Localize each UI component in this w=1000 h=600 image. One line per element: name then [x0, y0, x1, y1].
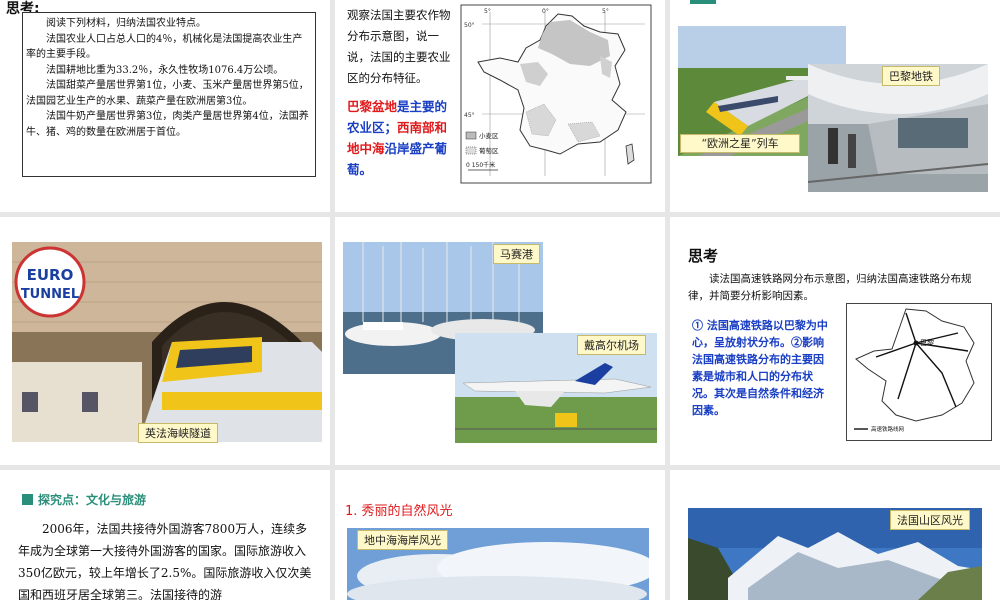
eurotunnel-logo-text: EURO	[27, 266, 74, 284]
material-paragraph: 法国农业人口占总人口的4％，机械化是法国提高农业生产率的主要手段。	[26, 33, 303, 61]
material-text: 阅读下列材料，归纳法国农业特点。 法国农业人口占总人口的4％，机械化是法国提高农…	[26, 16, 311, 140]
slide-1[interactable]: 思考: 阅读下列材料，归纳法国农业特点。 法国农业人口占总人口的4％，机械化是法…	[0, 0, 330, 212]
scenery-title: 1. 秀丽的自然风光	[345, 504, 453, 519]
material-paragraph: 法国甜菜产量居世界第1位，小麦、玉米产量居世界第5位，法国园艺业生产的水果、蔬菜…	[26, 80, 309, 107]
crop-question: 观察法国主要农作物分布示意图，说一说，法国的主要农业区的分布特征。	[347, 8, 451, 85]
map-lat-50: 50°	[464, 22, 475, 29]
section-title: 探究点：文化与旅游	[38, 493, 147, 507]
legend-wheat: 小麦区	[479, 131, 499, 140]
slide-8[interactable]: 1. 秀丽的自然风光 地中海海岸风光	[335, 470, 665, 600]
section-icon	[22, 494, 33, 505]
slide-4[interactable]: EURO TUNNEL 英法海峡隧道	[0, 217, 330, 465]
rail-question: 读法国高速铁路网分布示意图，归纳法国高速铁路分布规律，并简要分析影响因素。	[688, 273, 972, 302]
paris-metro-caption: 巴黎地铁	[882, 66, 940, 86]
slide-3[interactable]: “欧洲之星”列车 巴黎地铁	[670, 0, 1000, 212]
rail-network-map: 巴黎 高速铁路线网	[846, 303, 992, 441]
mountain-scenery-caption: 法国山区风光	[890, 510, 970, 530]
marseille-port-caption: 马赛港	[493, 244, 540, 264]
slide-2[interactable]: 观察法国主要农作物分布示意图，说一说，法国的主要农业区的分布特征。 巴黎盆地是主…	[335, 0, 665, 212]
legend-grape: 葡萄区	[479, 146, 499, 155]
material-paragraph: 法国耕地比重为33.2％，永久性牧场1076.4万公顷。	[46, 64, 284, 76]
channel-tunnel-caption: 英法海峡隧道	[138, 423, 218, 443]
map-lat-45: 45°	[464, 112, 475, 119]
material-paragraph: 阅读下列材料，归纳法国农业特点。	[46, 18, 206, 29]
map-rail-legend: 高速铁路线网	[871, 425, 905, 433]
slide-6[interactable]: 思考 读法国高速铁路网分布示意图，归纳法国高速铁路分布规律，并简要分析影响因素。…	[670, 217, 1000, 465]
tourism-paragraph: 2006年，法国共接待外国游客7800万人，连续多年成为全球第一大接待外国游客的…	[18, 522, 312, 600]
material-paragraph: 法国牛奶产量居世界第3位，肉类产量居世界第4位，法国养牛、猪、鸡的数量在欧洲居于…	[26, 111, 309, 138]
slide-7[interactable]: 探究点：文化与旅游 2006年，法国共接待外国游客7800万人，连续多年成为全球…	[0, 470, 330, 600]
eurostar-caption: “欧洲之星”列车	[680, 134, 800, 153]
map-lon-left: 5°	[484, 8, 491, 15]
slide-9[interactable]: 法国山区风光	[670, 470, 1000, 600]
map-lon-mid: 0°	[542, 8, 549, 15]
map-scale: 0 150千米	[466, 161, 495, 169]
france-crop-map: 50° 45° 5° 0° 5° 小麦区 葡萄区 0 150千米	[460, 4, 652, 184]
answer-red-1: 巴黎盆地	[347, 99, 398, 114]
slide-3-header-bar	[690, 0, 716, 4]
cdg-airport-caption: 戴高尔机场	[577, 335, 646, 355]
map-city-paris: 巴黎	[920, 338, 934, 347]
channel-tunnel-photo[interactable]: EURO TUNNEL	[12, 242, 322, 442]
slide-5[interactable]: 马赛港 戴高尔机场	[335, 217, 665, 465]
slide-6-heading: 思考	[688, 247, 719, 265]
mediterranean-coast-caption: 地中海海岸风光	[357, 530, 448, 550]
map-lon-right: 5°	[602, 8, 609, 15]
crop-answer: 巴黎盆地是主要的农业区；西南部和地中海沿岸盛产葡萄。	[347, 96, 457, 180]
eurotunnel-logo-text: TUNNEL	[21, 287, 79, 302]
rail-answer: ① 法国高速铁路以巴黎为中心，呈放射状分布。②影响法国高速铁路分布的主要因素是城…	[692, 319, 828, 417]
